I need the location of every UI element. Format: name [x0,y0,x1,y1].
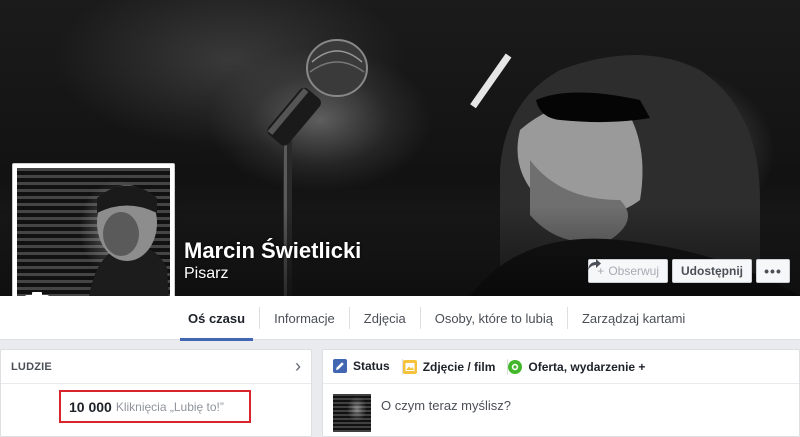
tab-manage-tabs[interactable]: Zarządzaj kartami [574,296,693,340]
composer-tab-photo[interactable]: Zdjęcie / film [402,350,496,384]
tab-divider [566,307,568,329]
likes-count: 10 000 [69,398,112,415]
chevron-right-icon[interactable]: › [295,356,301,377]
likes-count-highlight[interactable]: 10 000 Kliknięcia „Lubię to!” [59,390,251,423]
composer-tab-offer[interactable]: Oferta, wydarzenie + [508,350,645,384]
composer-tab-status-label: Status [353,358,390,373]
composer-tabs: Status Zdjęcie / film Oferta, wydarzenie… [323,350,799,384]
tab-about[interactable]: Informacje [266,296,343,340]
people-card-title: LUDZIE [11,360,52,373]
cover-actions: + Obserwuj Udostępnij ••• [588,259,790,283]
avatar [333,394,371,432]
composer-tab-offer-label: Oferta, wydarzenie + [528,359,646,374]
tab-likes[interactable]: Osoby, które to lubią [427,296,561,340]
tab-divider [348,307,350,329]
more-options-button[interactable]: ••• [756,259,790,283]
share-label: Udostępnij [681,264,743,278]
follow-label: Obserwuj [608,264,659,278]
page-nav: Oś czasu Informacje Zdjęcia Osoby, które… [0,296,800,341]
composer-tab-photo-label: Zdjęcie / film [422,359,496,374]
tab-timeline[interactable]: Oś czasu [180,296,254,341]
pencil-icon [333,358,347,373]
share-arrow-icon [588,259,602,270]
share-button[interactable]: Udostępnij [588,259,752,283]
post-composer: Status Zdjęcie / film Oferta, wydarzenie… [322,349,800,437]
tab-divider [259,307,261,329]
composer-body [323,384,799,437]
page-category[interactable]: Pisarz [184,265,228,283]
more-icon: ••• [764,263,782,279]
status-input[interactable] [381,398,761,413]
tab-divider [419,307,421,329]
nav-tabs: Oś czasu Informacje Zdjęcia Osoby, które… [180,296,693,341]
people-card-header[interactable]: LUDZIE › [1,350,311,384]
page-title[interactable]: Marcin Świetlicki [184,238,361,264]
photo-icon [402,359,417,374]
tab-photos[interactable]: Zdjęcia [356,296,414,340]
composer-tab-status[interactable]: Status [333,350,390,384]
likes-label: Kliknięcia „Lubię to!” [115,399,224,414]
people-card: LUDZIE › 10 000 Kliknięcia „Lubię to!” [0,349,312,437]
offer-icon [508,359,523,374]
